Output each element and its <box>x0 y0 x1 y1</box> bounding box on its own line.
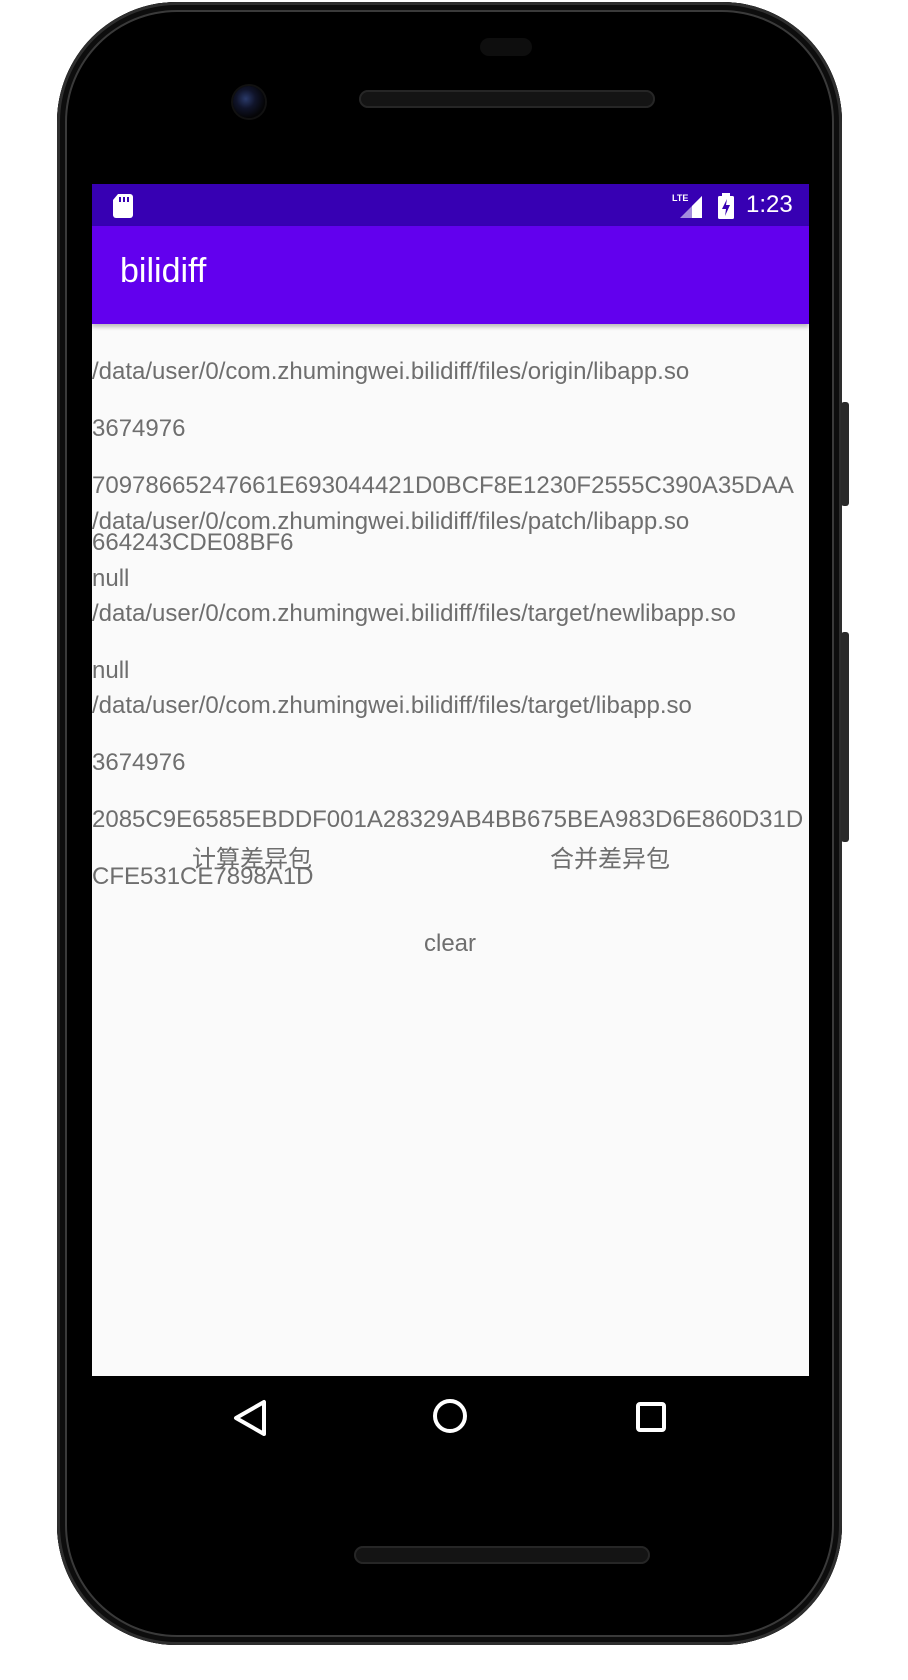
front-camera <box>233 86 265 118</box>
battery-charging-icon <box>718 193 734 219</box>
back-icon[interactable] <box>232 1398 268 1438</box>
file-hash: 2085C9E6585EBDDF001A28329AB4BB675BEA983D… <box>92 805 804 833</box>
sd-card-icon <box>113 194 133 218</box>
file-path: /data/user/0/com.zhumingwei.bilidiff/fil… <box>92 691 692 719</box>
file-size: 3674976 <box>92 414 186 442</box>
file-path: /data/user/0/com.zhumingwei.bilidiff/fil… <box>92 357 690 385</box>
home-icon[interactable] <box>432 1398 468 1434</box>
status-bar: LTE 1:23 <box>92 184 809 226</box>
compute-diff-button[interactable]: 计算差异包 <box>182 834 322 878</box>
file-path: /data/user/0/com.zhumingwei.bilidiff/fil… <box>92 599 736 627</box>
power-button <box>841 402 849 506</box>
bottom-speaker <box>354 1546 650 1564</box>
earpiece-speaker <box>359 90 655 108</box>
file-info-target: /data/user/0/com.zhumingwei.bilidiff/fil… <box>92 663 809 920</box>
merge-diff-button[interactable]: 合并差异包 <box>540 834 680 878</box>
lte-signal-icon: LTE <box>672 193 702 218</box>
proximity-sensor <box>480 38 532 56</box>
clear-button[interactable]: clear <box>400 922 500 966</box>
recents-icon[interactable] <box>636 1402 666 1432</box>
volume-rocker <box>841 632 849 842</box>
file-path: /data/user/0/com.zhumingwei.bilidiff/fil… <box>92 507 690 535</box>
file-size: 3674976 <box>92 748 186 776</box>
clock: 1:23 <box>746 191 793 218</box>
navigation-bar <box>92 1376 809 1460</box>
screen: LTE 1:23 bilidiff /data/user/0/com.zhumi… <box>92 184 809 1376</box>
app-bar: bilidiff <box>92 226 809 324</box>
svg-text:LTE: LTE <box>672 193 688 203</box>
app-title: bilidiff <box>120 252 207 290</box>
